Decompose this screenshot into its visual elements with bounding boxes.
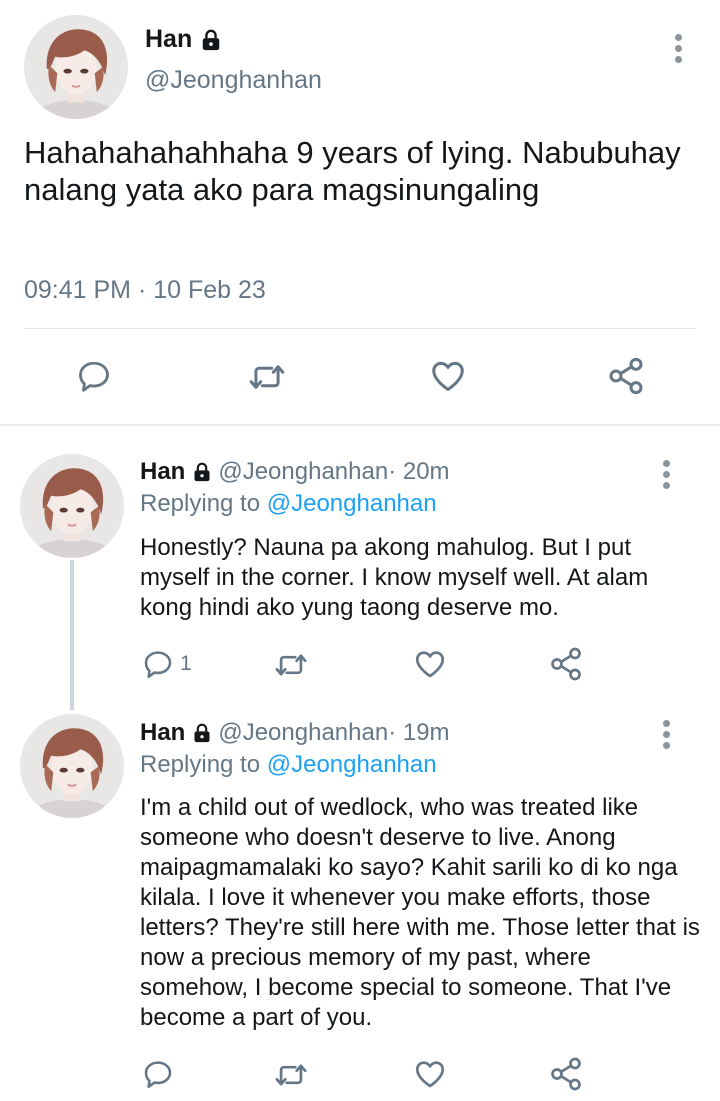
reply-icon (142, 648, 174, 680)
main-tweet: Han @Jeonghanhan Hahahahahahhaha 9 years… (0, 0, 720, 424)
lock-icon (192, 462, 212, 482)
replying-to-label: Replying to (140, 751, 267, 778)
author-name[interactable]: Han (145, 25, 192, 54)
reply-tweet[interactable]: Han @Jeonghanhan · 19m Replying to @Jeon… (0, 698, 720, 1101)
reply-header: Han @Jeonghanhan · 20m (140, 458, 450, 486)
share-button[interactable] (548, 646, 584, 682)
share-icon (606, 356, 646, 396)
avatar-image (20, 454, 124, 558)
author-handle[interactable]: @Jeonghanhan (218, 719, 388, 747)
avatar[interactable] (20, 714, 124, 818)
reply-text: Honestly? Nauna pa akong mahulog. But I … (140, 534, 649, 621)
divider (24, 328, 696, 329)
retweet-icon (274, 1058, 308, 1092)
like-button[interactable] (413, 1057, 447, 1091)
like-button[interactable] (429, 357, 467, 395)
author-name[interactable]: Han (140, 458, 185, 486)
share-button[interactable] (606, 356, 646, 396)
like-button[interactable] (413, 647, 447, 681)
reply-icon (76, 358, 112, 394)
more-vertical-icon[interactable] (656, 460, 676, 494)
retweet-button[interactable] (274, 1058, 308, 1092)
author-handle[interactable]: @Jeonghanhan (218, 458, 388, 486)
replying-to-label: Replying to (140, 490, 267, 517)
like-icon (429, 357, 467, 395)
avatar[interactable] (20, 454, 124, 558)
tweet-text: Hahahahahahhaha 9 years of lying. Nabubu… (24, 135, 681, 207)
retweet-icon (274, 648, 308, 682)
reply-count: 1 (180, 652, 192, 675)
reply-time: · 20m (388, 458, 450, 485)
reply-button[interactable] (76, 358, 112, 394)
retweet-button[interactable] (274, 648, 308, 682)
author-name-row[interactable]: Han (145, 25, 222, 54)
replying-to-link[interactable]: @Jeonghanhan (267, 751, 437, 778)
lock-icon (200, 29, 222, 51)
replying-to: Replying to @Jeonghanhan (140, 490, 437, 518)
more-vertical-icon[interactable] (656, 720, 676, 754)
tweet-timestamp: 09:41 PM · 10 Feb 23 (24, 276, 266, 304)
share-icon (548, 646, 584, 682)
reply-text: I'm a child out of wedlock, who was trea… (140, 794, 700, 1031)
reply-button[interactable]: 1 (142, 648, 192, 680)
author-name[interactable]: Han (140, 719, 185, 747)
author-handle[interactable]: @Jeonghanhan (145, 66, 322, 95)
avatar-image (24, 15, 128, 119)
lock-icon (192, 723, 212, 743)
thread-line (70, 560, 74, 710)
replying-to: Replying to @Jeonghanhan (140, 751, 437, 779)
reply-time: · 19m (388, 719, 450, 746)
share-button[interactable] (548, 1056, 584, 1092)
avatar[interactable] (24, 15, 128, 119)
share-icon (548, 1056, 584, 1092)
more-vertical-icon[interactable] (668, 34, 688, 68)
like-icon (413, 1057, 447, 1091)
reply-tweet[interactable]: Han @Jeonghanhan · 20m Replying to @Jeon… (0, 426, 720, 710)
reply-header: Han @Jeonghanhan · 19m (140, 719, 450, 747)
like-icon (413, 647, 447, 681)
retweet-button[interactable] (248, 358, 286, 396)
avatar-image (20, 714, 124, 818)
reply-button[interactable] (142, 1058, 180, 1090)
replying-to-link[interactable]: @Jeonghanhan (267, 490, 437, 517)
reply-icon (142, 1058, 174, 1090)
retweet-icon (248, 358, 286, 396)
